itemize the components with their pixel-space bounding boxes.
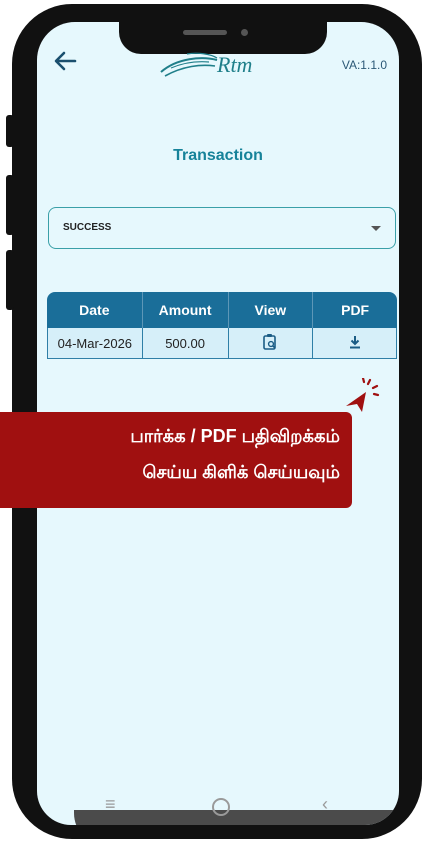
selected-status: SUCCESS (63, 222, 112, 233)
home-circle-icon[interactable] (212, 798, 230, 816)
download-icon (349, 335, 360, 348)
menu-icon[interactable]: ≡ (105, 794, 116, 815)
pdf-download-button[interactable] (313, 328, 397, 359)
table-row: 04-Mar-2026 500.00 (47, 328, 397, 359)
cursor-pointer-icon (346, 378, 380, 412)
cell-amount: 500.00 (142, 328, 229, 359)
phone-side-button (6, 175, 14, 235)
view-button[interactable] (228, 328, 314, 359)
phone-side-button (6, 250, 14, 310)
chevron-down-icon (371, 226, 381, 231)
status-filter-select[interactable]: SUCCESS (48, 207, 396, 249)
logo-text: Rtm (217, 52, 253, 77)
transaction-table: Date Amount View PDF 04-Mar-2026 500.00 (47, 292, 397, 359)
page-title: Transaction (173, 147, 263, 164)
system-nav-bar: ≡ ‹ (37, 788, 399, 825)
instruction-callout: பார்க்க / PDF பதிவிறக்கம் செய்ய கிளிக் ச… (0, 412, 352, 508)
table-header-row: Date Amount View PDF (47, 292, 397, 328)
callout-line-1: பார்க்க / PDF பதிவிறக்கம் (130, 426, 340, 446)
callout-line-2: செய்ய கிளிக் செய்யவும் (142, 462, 340, 482)
column-header-date: Date (47, 292, 143, 328)
cell-date: 04-Mar-2026 (47, 328, 143, 359)
clipboard-search-icon (263, 333, 277, 350)
camera (241, 29, 248, 36)
app-logo: Rtm (157, 48, 277, 80)
column-header-pdf: PDF (313, 292, 397, 328)
phone-side-button (6, 115, 14, 147)
version-label: VA:1.1.0 (341, 58, 387, 72)
back-chevron-icon[interactable]: ‹ (322, 794, 328, 815)
arrow-left-icon[interactable] (53, 50, 77, 77)
column-header-view: View (228, 292, 314, 328)
column-header-amount: Amount (142, 292, 229, 328)
speaker (183, 30, 227, 35)
